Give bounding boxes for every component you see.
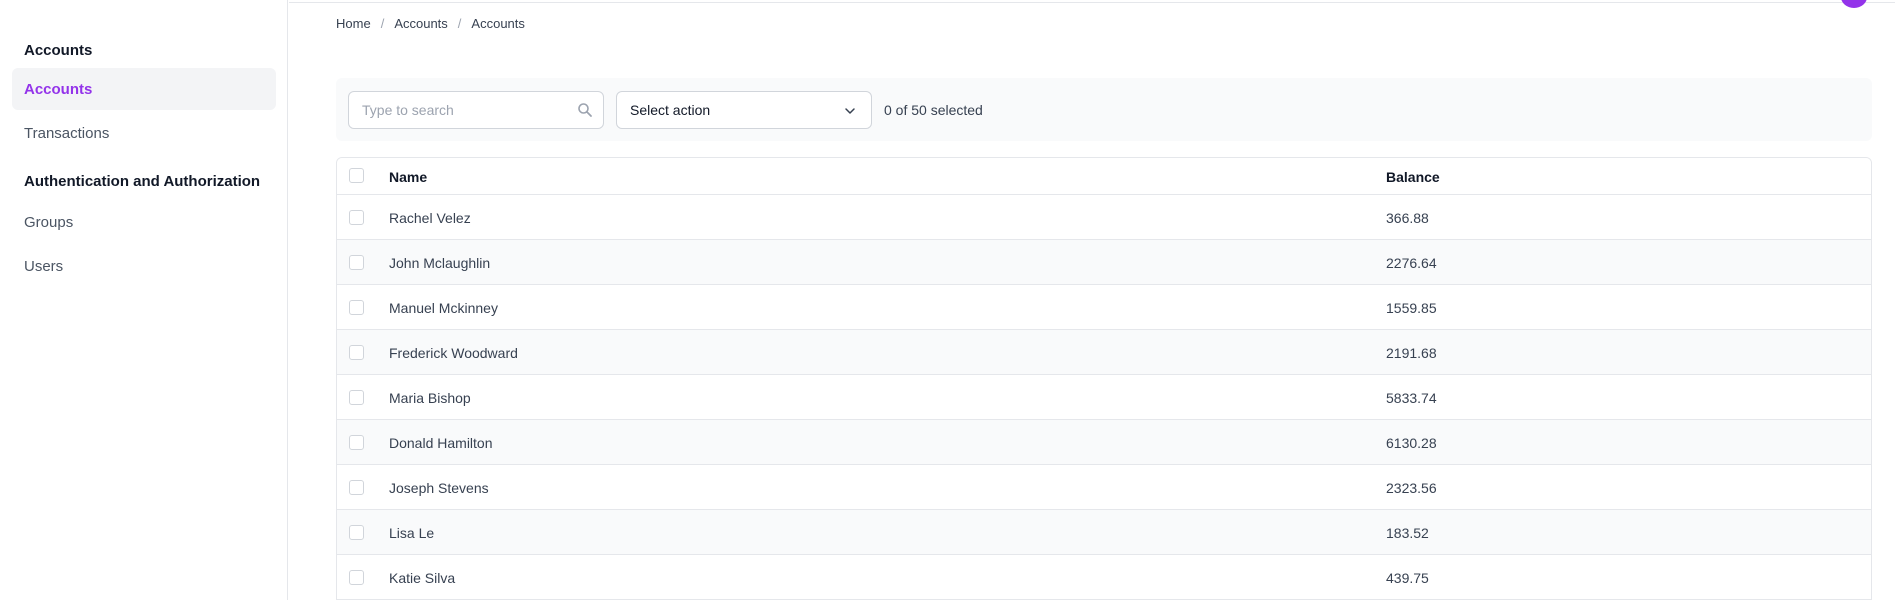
sidebar-item-label: Transactions [24,124,110,142]
sidebar: Accounts Accounts Transactions Authentic… [0,0,288,600]
cell-name[interactable]: Frederick Woodward [389,330,518,375]
cell-balance: 6130.28 [1386,434,1437,451]
cell-name[interactable]: Rachel Velez [389,195,471,240]
sidebar-item-label: Accounts [24,80,93,98]
cell-balance: 5833.74 [1386,389,1437,406]
table-row: Rachel Velez 366.88 [337,195,1871,240]
row-checkbox[interactable] [349,525,364,540]
breadcrumb-separator: / [380,16,385,31]
table-row: Lisa Le 183.52 [337,510,1871,555]
cell-balance: 366.88 [1386,209,1429,226]
sidebar-item-users[interactable]: Users [12,245,276,287]
sidebar-item-label: Groups [24,213,74,231]
breadcrumb: Home / Accounts / Accounts [336,16,525,31]
cell-balance: 439.75 [1386,569,1429,586]
column-header-name[interactable]: Name [389,158,427,195]
breadcrumb-current: Accounts [471,16,525,31]
column-header-balance[interactable]: Balance [1386,158,1440,195]
breadcrumb-accounts-app[interactable]: Accounts [394,16,447,31]
cell-balance: 2323.56 [1386,479,1437,496]
table-row: Donald Hamilton 6130.28 [337,420,1871,465]
action-select-value: Select action [630,102,711,118]
cell-name[interactable]: Maria Bishop [389,375,471,420]
cell-balance: 2191.68 [1386,344,1437,361]
sidebar-item-groups[interactable]: Groups [12,201,276,243]
table-row: Maria Bishop 5833.74 [337,375,1871,420]
row-checkbox[interactable] [349,300,364,315]
table-row: Frederick Woodward 2191.68 [337,330,1871,375]
table-header: Name Balance [337,158,1871,195]
sidebar-section-title-accounts: Accounts [24,42,93,59]
cell-name[interactable]: John Mclaughlin [389,240,490,285]
action-select[interactable]: Select action [616,91,872,129]
row-checkbox[interactable] [349,480,364,495]
selection-counter: 0 of 50 selected [884,102,983,118]
search-icon[interactable] [577,102,593,118]
cell-name[interactable]: Manuel Mckinney [389,285,498,330]
sidebar-item-transactions[interactable]: Transactions [12,112,276,154]
row-checkbox[interactable] [349,255,364,270]
search-box [348,91,604,129]
row-checkbox[interactable] [349,570,364,585]
row-checkbox[interactable] [349,390,364,405]
select-all-checkbox[interactable] [349,168,364,183]
table-row: Katie Silva 439.75 [337,555,1871,600]
row-checkbox[interactable] [349,345,364,360]
table-row: John Mclaughlin 2276.64 [337,240,1871,285]
results-table: Name Balance Rachel Velez 366.88 John Mc… [336,157,1872,600]
cell-name[interactable]: Joseph Stevens [389,465,489,510]
table-row: Manuel Mckinney 1559.85 [337,285,1871,330]
cell-balance: 2276.64 [1386,254,1437,271]
sidebar-item-accounts[interactable]: Accounts [12,68,276,110]
sidebar-section-title-auth: Authentication and Authorization [24,173,261,190]
cell-balance: 1559.85 [1386,299,1437,316]
search-input[interactable] [349,92,603,128]
changelist-toolbar: Select action 0 of 50 selected [336,78,1872,141]
main-content: Home / Accounts / Accounts Select action… [289,0,1895,600]
chevron-down-icon [845,108,855,114]
avatar[interactable] [1841,0,1867,8]
table-row: Joseph Stevens 2323.56 [337,465,1871,510]
cell-name[interactable]: Lisa Le [389,510,434,555]
sidebar-item-label: Users [24,257,64,275]
cell-name[interactable]: Katie Silva [389,555,455,600]
breadcrumb-home[interactable]: Home [336,16,371,31]
breadcrumb-separator: / [457,16,462,31]
row-checkbox[interactable] [349,210,364,225]
row-checkbox[interactable] [349,435,364,450]
cell-balance: 183.52 [1386,524,1429,541]
cell-name[interactable]: Donald Hamilton [389,420,493,465]
header-divider [289,2,1895,3]
